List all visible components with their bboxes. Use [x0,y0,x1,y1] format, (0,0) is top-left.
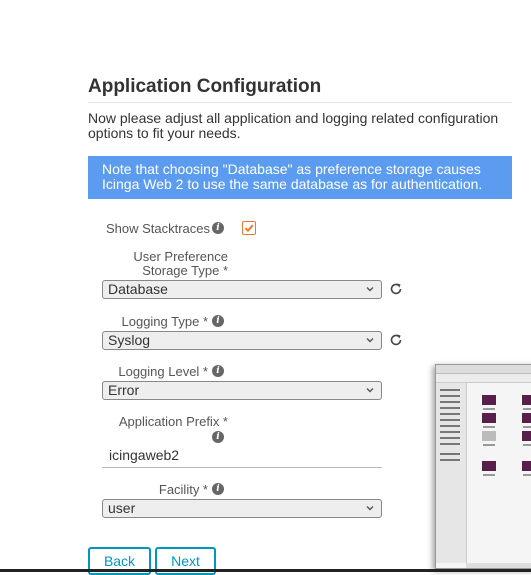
application-prefix-label: Application Prefix * [118,414,228,429]
info-icon[interactable]: i [212,365,224,377]
page-title: Application Configuration [88,76,512,103]
show-stacktraces-label-text: Show Stacktraces [105,221,210,236]
chevron-down-icon [366,287,374,292]
facility-value: user [108,500,136,516]
refresh-icon[interactable] [388,281,404,297]
check-icon [244,224,254,233]
facility-label: Facility * [158,482,208,497]
refresh-icon[interactable] [388,332,404,348]
thumbnail-sidebar [436,383,467,563]
thumbnail-statusbar [466,563,531,568]
logging-type-select[interactable]: Syslog [102,331,382,350]
info-icon[interactable]: i [212,483,224,495]
logging-type-value: Syslog [108,332,151,348]
logging-level-label: Logging Level * [118,364,208,379]
user-preference-storage-select[interactable]: Database [102,280,382,299]
user-preference-storage-value: Database [108,281,168,297]
show-stacktraces-checkbox[interactable] [242,221,256,235]
info-icon[interactable]: i [212,315,224,327]
thumbnail-toolbar [436,374,531,383]
user-preference-storage-label: User Preference Storage Type * [133,249,228,278]
chevron-down-icon [366,506,374,511]
show-stacktraces-label: Show Stacktraces [100,222,210,236]
thumbnail-titlebar [436,365,531,374]
info-note: Note that choosing "Database" as prefere… [88,156,512,199]
chevron-down-icon [366,388,374,393]
application-prefix-input[interactable]: icingaweb2 [102,445,382,468]
chevron-down-icon [366,338,374,343]
logging-level-select[interactable]: Error [102,381,382,400]
logging-level-value: Error [108,382,140,398]
logging-type-label: Logging Type * [121,314,209,329]
info-icon[interactable]: i [212,222,224,234]
setup-page: Application Configuration Now please adj… [0,0,531,575]
info-icon[interactable]: i [212,431,224,443]
window-thumbnail[interactable] [435,364,531,569]
facility-select[interactable]: user [102,499,382,518]
intro-text: Now please adjust all application and lo… [88,110,499,141]
